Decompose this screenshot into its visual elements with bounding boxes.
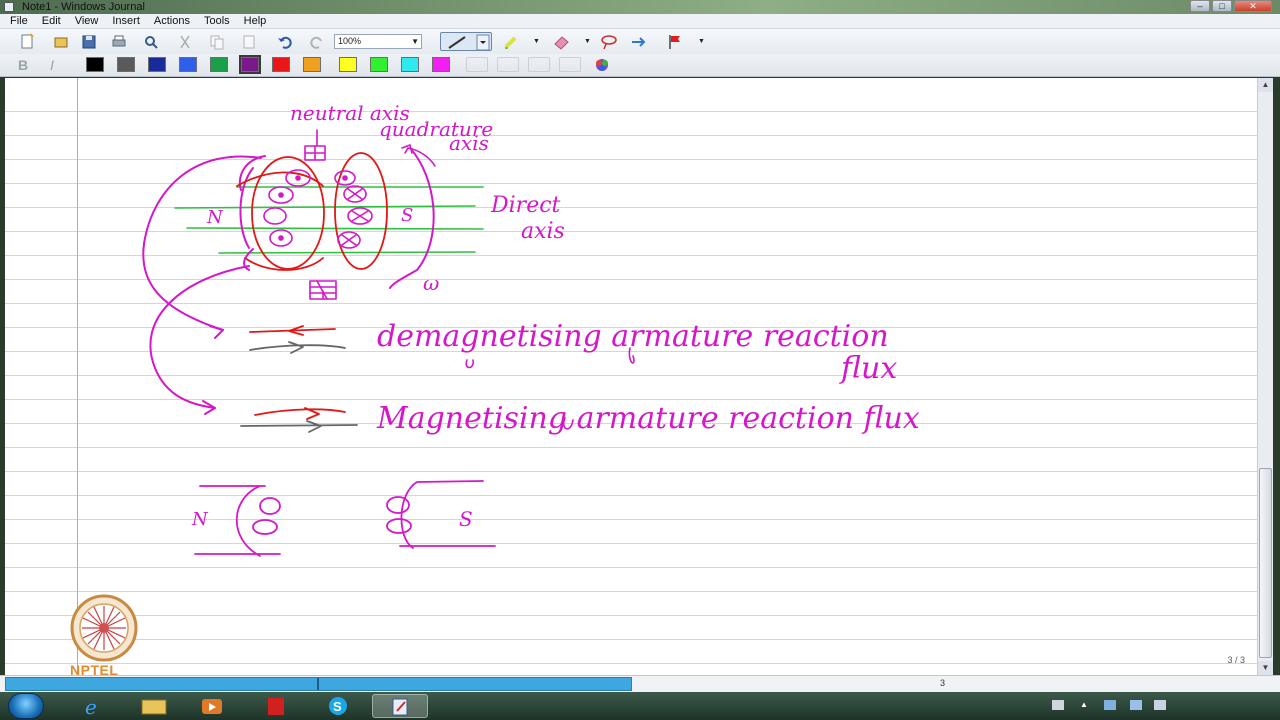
ink-pole-n-2: N: [191, 509, 209, 530]
network-icon[interactable]: [1130, 700, 1142, 710]
color-swatch-black[interactable]: [86, 57, 104, 72]
status-page-number: 3: [940, 678, 946, 688]
tray-expand-icon[interactable]: ▲: [1080, 700, 1088, 710]
handwritten-ink: neutral axis quadrature axis Direct axis…: [142, 101, 920, 557]
keyboard-icon[interactable]: [1052, 700, 1064, 710]
status-bar: 3: [0, 675, 1280, 692]
menu-actions[interactable]: Actions: [154, 14, 190, 28]
open-icon[interactable]: [52, 33, 70, 51]
pole-diagram-2: [194, 480, 496, 557]
windows-taskbar: e S ▲: [0, 692, 1280, 720]
ink-demag-line2: flux: [839, 351, 897, 386]
journal-app-icon: [4, 2, 14, 12]
ink-direct: Direct: [490, 193, 561, 218]
windows-journal-task[interactable]: [372, 694, 428, 718]
ink-pole-s-2: S: [459, 507, 473, 531]
skype-icon[interactable]: S: [318, 694, 358, 718]
journal-page[interactable]: neutral axis quadrature axis Direct axis…: [5, 78, 1257, 675]
insert-space-icon[interactable]: [630, 33, 648, 51]
copy-icon[interactable]: [208, 33, 226, 51]
color-swatch-blue[interactable]: [179, 57, 197, 72]
zoom-select[interactable]: 100% ▼: [334, 34, 422, 49]
vertical-scrollbar[interactable]: ▲ ▼: [1257, 78, 1273, 675]
ink-pole-s: S: [401, 205, 413, 226]
minimize-button[interactable]: –: [1190, 0, 1210, 12]
window-title: Note1 - Windows Journal: [22, 1, 145, 13]
color-swatch-orange[interactable]: [303, 57, 321, 72]
media-player-icon[interactable]: [192, 694, 232, 718]
progress-marker: [317, 678, 319, 690]
new-note-icon[interactable]: [18, 33, 36, 51]
color-swatch-magenta[interactable]: [432, 57, 450, 72]
nptel-logo: NPTEL: [64, 592, 148, 682]
page-progress-bar: [5, 677, 632, 691]
italic-icon[interactable]: I: [50, 57, 68, 73]
close-button[interactable]: ✕: [1234, 0, 1272, 12]
window-controls: – □ ✕: [1190, 0, 1272, 12]
ink-omega: ω: [423, 271, 439, 295]
chevron-down-icon[interactable]: ▼: [584, 38, 591, 45]
standard-toolbar: 100% ▼ ▼ ▼ ▼: [0, 29, 1280, 54]
chevron-down-icon[interactable]: ▼: [533, 38, 540, 45]
color-swatch-cyan[interactable]: [401, 57, 419, 72]
undo-icon[interactable]: [276, 33, 294, 51]
menu-edit[interactable]: Edit: [42, 14, 61, 28]
redo-icon[interactable]: [308, 33, 326, 51]
bold-icon[interactable]: B: [18, 57, 36, 73]
ink-direct-axis: axis: [521, 219, 565, 244]
cut-icon[interactable]: [176, 33, 194, 51]
paste-icon[interactable]: [240, 33, 258, 51]
color-picker-icon[interactable]: [592, 57, 610, 72]
menu-file[interactable]: File: [10, 14, 28, 28]
menu-help[interactable]: Help: [244, 14, 267, 28]
color-swatch-green[interactable]: [210, 57, 228, 72]
flux-path-curves: [142, 155, 262, 415]
menu-view[interactable]: View: [75, 14, 99, 28]
chevron-down-icon[interactable]: ▼: [698, 38, 705, 45]
svg-text:S: S: [333, 699, 342, 714]
find-icon[interactable]: [142, 33, 160, 51]
color-swatch-red[interactable]: [272, 57, 290, 72]
pdf-reader-icon[interactable]: [256, 694, 296, 718]
ink-mag-line: Magnetising armature reaction flux: [376, 401, 920, 436]
flux-arrows: [240, 325, 358, 433]
color-swatch-purple[interactable]: [239, 55, 261, 74]
color-swatch-navy[interactable]: [148, 57, 166, 72]
color-swatch-lime[interactable]: [370, 57, 388, 72]
flag-icon[interactable]: [666, 33, 684, 51]
highlighter-icon[interactable]: [502, 33, 520, 51]
scroll-up-icon[interactable]: ▲: [1258, 78, 1273, 92]
file-explorer-icon[interactable]: [134, 694, 174, 718]
internet-explorer-icon[interactable]: e: [74, 694, 114, 719]
lasso-select-icon[interactable]: [600, 33, 618, 51]
menu-insert[interactable]: Insert: [112, 14, 140, 28]
svg-text:e: e: [85, 695, 97, 718]
color-swatch-gray[interactable]: [117, 57, 135, 72]
pen-width-2[interactable]: [497, 57, 519, 72]
title-bar: Note1 - Windows Journal – □ ✕: [0, 0, 1280, 14]
ink-demag-line1: demagnetising armature reaction: [377, 319, 889, 354]
page-indicator: 3 / 3: [1227, 655, 1245, 665]
zoom-value: 100%: [338, 36, 362, 46]
volume-icon[interactable]: [1154, 700, 1166, 710]
chevron-down-icon: ▼: [411, 37, 419, 46]
scroll-thumb[interactable]: [1259, 468, 1272, 658]
pen-width-1[interactable]: [466, 57, 488, 72]
menu-bar: File Edit View Insert Actions Tools Help: [0, 14, 1280, 29]
pen-width-3[interactable]: [528, 57, 550, 72]
ink-quadrature-axis: axis: [449, 131, 489, 155]
pen-width-4[interactable]: [559, 57, 581, 72]
maximize-button[interactable]: □: [1212, 0, 1232, 12]
ink-text: neutral axis quadrature axis Direct axis…: [191, 101, 920, 531]
ink-pole-n: N: [206, 207, 224, 228]
print-icon[interactable]: [110, 33, 128, 51]
start-button[interactable]: [8, 693, 44, 719]
color-swatch-yellow[interactable]: [339, 57, 357, 72]
action-center-icon[interactable]: [1104, 700, 1116, 710]
pen-tool-button[interactable]: [440, 32, 492, 51]
save-icon[interactable]: [80, 33, 98, 51]
eraser-icon[interactable]: [552, 33, 570, 51]
menu-tools[interactable]: Tools: [204, 14, 230, 28]
scroll-down-icon[interactable]: ▼: [1258, 661, 1273, 675]
